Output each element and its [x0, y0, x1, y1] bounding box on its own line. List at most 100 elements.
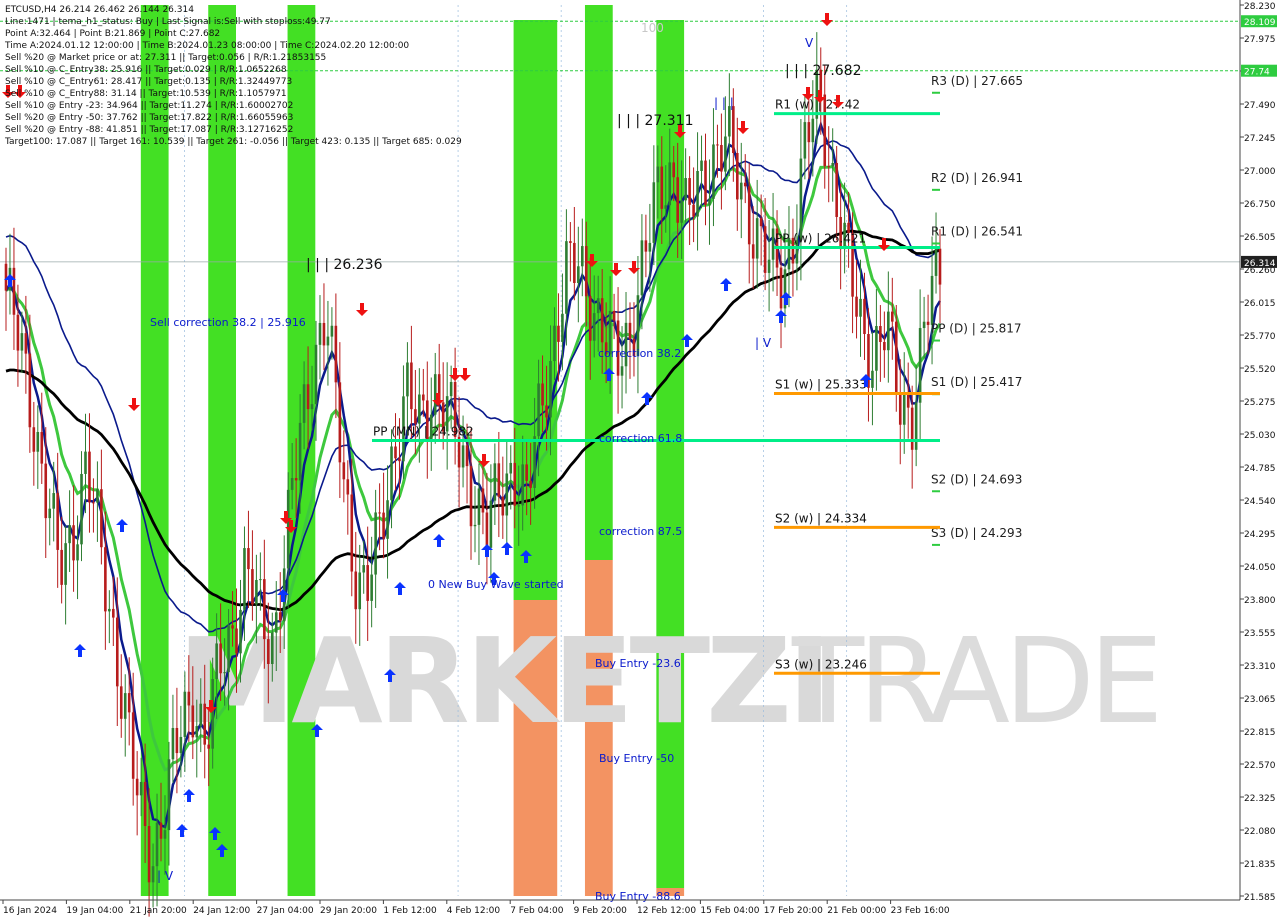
candle-body	[580, 246, 584, 267]
candle-body	[926, 321, 930, 325]
candle-body	[461, 445, 465, 468]
candle-body	[891, 311, 894, 322]
info-line: Time A:2024.01.12 12:00:00 | Time B:2024…	[4, 41, 409, 51]
y-tick-label: 21.835	[1244, 860, 1276, 870]
candle-body	[32, 427, 36, 452]
candle-body	[342, 462, 346, 480]
candle-body	[747, 186, 751, 245]
candle-body	[565, 241, 568, 314]
candle-body	[708, 198, 711, 205]
candle-body	[386, 500, 389, 539]
candle-body	[879, 326, 882, 342]
candle-body	[171, 727, 175, 760]
y-tick-label: 26.505	[1244, 233, 1276, 243]
candle-body	[600, 298, 604, 343]
candle-body	[859, 298, 862, 317]
y-tick-label: 27.975	[1244, 35, 1276, 45]
candle-body	[28, 353, 32, 428]
candle-body	[84, 451, 87, 474]
candle-body	[191, 705, 195, 738]
candle-body	[76, 544, 79, 561]
candle-body	[72, 525, 75, 561]
candle-body	[80, 473, 83, 545]
x-tick-label: 27 Jan 04:00	[257, 906, 314, 916]
candle-body	[716, 144, 719, 146]
candle-body	[728, 106, 731, 137]
y-tick-label: 25.030	[1244, 431, 1276, 441]
candle-body	[549, 361, 552, 418]
candle-body	[322, 322, 326, 346]
candle-body	[545, 405, 548, 418]
level-label: S3 (w) | 23.246	[775, 657, 867, 671]
y-tick-label: 28.230	[1244, 2, 1276, 12]
y-tick-label: 26.750	[1244, 200, 1276, 210]
candle-body	[732, 106, 735, 153]
candle-body	[270, 632, 274, 664]
point-b-label: | | | 27.311	[617, 113, 694, 129]
x-tick-label: 17 Feb 20:00	[764, 906, 823, 916]
watermark-right: TRADE	[791, 612, 1157, 750]
level-label: S1 (w) | 25.333	[775, 377, 867, 391]
candle-body	[513, 462, 517, 506]
candle-body	[127, 693, 131, 713]
y-tick-label: 27.490	[1244, 101, 1276, 111]
candle-body	[326, 336, 330, 346]
candle-body	[875, 326, 878, 371]
candle-body	[267, 639, 270, 664]
y-tick-label: 25.770	[1244, 332, 1276, 342]
candle-body	[588, 296, 592, 341]
candle-body	[203, 703, 207, 745]
candle-body	[44, 463, 48, 519]
candle-body	[362, 565, 366, 573]
x-tick-label: 7 Feb 04:00	[510, 906, 564, 916]
candle-body	[330, 325, 334, 337]
candle-body	[668, 162, 672, 206]
info-line: Sell %20 @ Entry -50: 37.762 || Target:1…	[5, 113, 293, 123]
candle-body	[577, 266, 580, 283]
candle-body	[255, 579, 258, 605]
candle-body	[529, 480, 532, 488]
candle-body	[739, 182, 743, 200]
info-line: Sell %10 @ C_Entry88: 31.14 || Target:10…	[5, 89, 287, 99]
info-line: Target100: 17.087 || Target 161: 10.539 …	[4, 137, 462, 147]
x-tick-label: 24 Jan 12:00	[193, 906, 250, 916]
candle-body	[143, 781, 147, 827]
candle-body	[422, 394, 425, 401]
candle-body	[251, 569, 254, 605]
wave-mark-v4: | | |	[714, 96, 734, 110]
candle-body	[263, 579, 266, 640]
candle-body	[298, 422, 302, 481]
candle-body	[199, 703, 203, 727]
x-tick-label: 29 Jan 20:00	[320, 906, 377, 916]
candle-body	[736, 152, 739, 200]
candle-body	[596, 298, 600, 314]
candle-body	[207, 744, 210, 749]
candle-body	[894, 321, 898, 394]
candle-body	[469, 466, 473, 527]
candle-body	[493, 463, 497, 501]
y-tick-label: 22.815	[1244, 728, 1276, 738]
candle-body	[910, 407, 914, 450]
candle-body	[803, 122, 807, 159]
buy-entry-88-label: Buy Entry -88.6	[595, 890, 681, 903]
candle-body	[155, 822, 159, 867]
candle-body	[863, 298, 866, 335]
candle-body	[489, 500, 493, 548]
candle-body	[517, 505, 521, 507]
info-line: Sell %10 @ Entry -23: 34.964 || Target:1…	[5, 101, 293, 111]
candle-body	[743, 182, 747, 187]
candle-body	[36, 431, 40, 452]
candle-body	[135, 778, 139, 796]
candle-body	[139, 781, 143, 796]
candle-body	[100, 489, 103, 548]
candle-body	[557, 325, 560, 342]
candle-body	[779, 267, 783, 309]
wave-mark-v1: V	[805, 36, 814, 50]
candle-body	[473, 524, 477, 527]
candle-body	[318, 322, 322, 345]
candle-body	[179, 736, 183, 754]
candle-body	[883, 341, 886, 351]
candle-body	[123, 693, 127, 719]
candle-body	[227, 625, 230, 673]
candle-body	[418, 394, 421, 424]
